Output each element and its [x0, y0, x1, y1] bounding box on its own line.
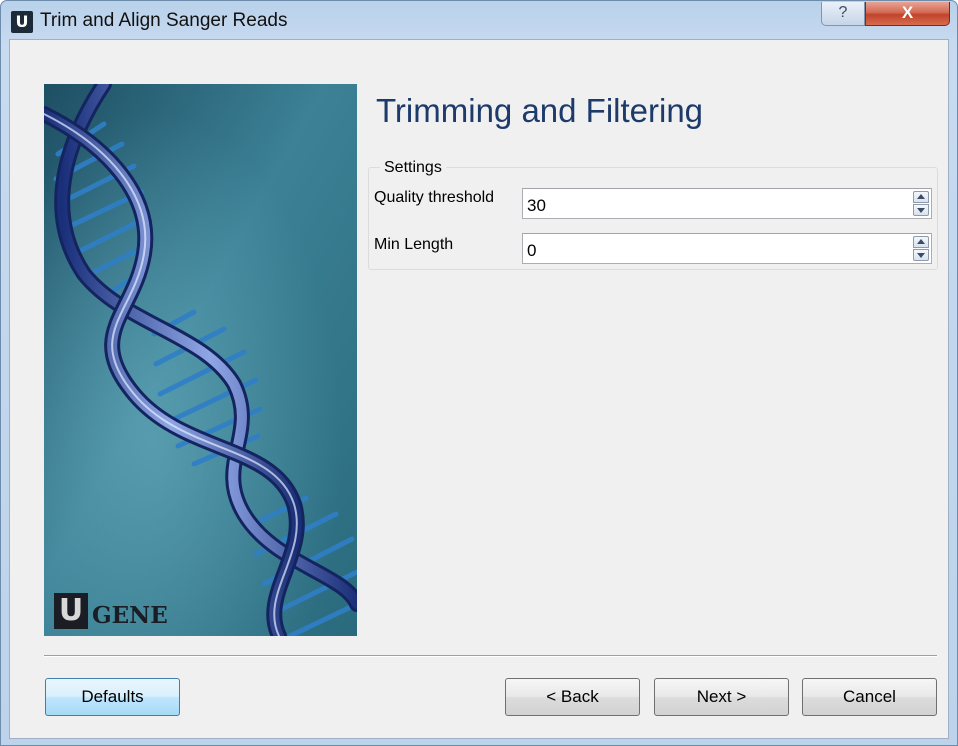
dialog-window: U Trim and Align Sanger Reads ? X U GENE…	[0, 0, 958, 746]
page-title: Trimming and Filtering	[376, 92, 704, 129]
wizard-side-image: U GENE	[44, 84, 357, 636]
quality-threshold-value[interactable]: 30	[527, 196, 546, 216]
min-length-label: Min Length	[374, 236, 454, 253]
arrow-down-icon[interactable]	[913, 204, 929, 216]
quality-threshold-label: Quality threshold	[374, 189, 495, 206]
settings-group-title: Settings	[380, 159, 446, 177]
next-button[interactable]: Next >	[654, 678, 789, 716]
close-icon: X	[901, 3, 914, 22]
logo-letter: U	[54, 593, 88, 629]
dialog-client-area: U GENE Trimming and Filtering Settings Q…	[9, 39, 949, 739]
defaults-button[interactable]: Defaults	[45, 678, 180, 716]
question-mark-icon: ?	[838, 4, 848, 21]
min-length-value[interactable]: 0	[527, 241, 536, 261]
spin-buttons	[913, 191, 929, 216]
title-bar[interactable]: U Trim and Align Sanger Reads ? X	[1, 1, 957, 39]
ugene-app-icon: U	[11, 11, 33, 33]
arrow-up-icon[interactable]	[913, 236, 929, 248]
quality-threshold-spinbox[interactable]: 30	[522, 188, 932, 219]
dna-helix-illustration	[44, 84, 357, 636]
cancel-button[interactable]: Cancel	[802, 678, 937, 716]
button-separator	[44, 655, 937, 657]
close-button[interactable]: X	[865, 2, 950, 26]
back-button[interactable]: < Back	[505, 678, 640, 716]
help-button[interactable]: ?	[821, 2, 865, 26]
arrow-up-icon[interactable]	[913, 191, 929, 203]
min-length-spinbox[interactable]: 0	[522, 233, 932, 264]
window-title: Trim and Align Sanger Reads	[40, 10, 288, 31]
spin-buttons	[913, 236, 929, 261]
logo-text: GENE	[92, 602, 168, 629]
arrow-down-icon[interactable]	[913, 249, 929, 261]
